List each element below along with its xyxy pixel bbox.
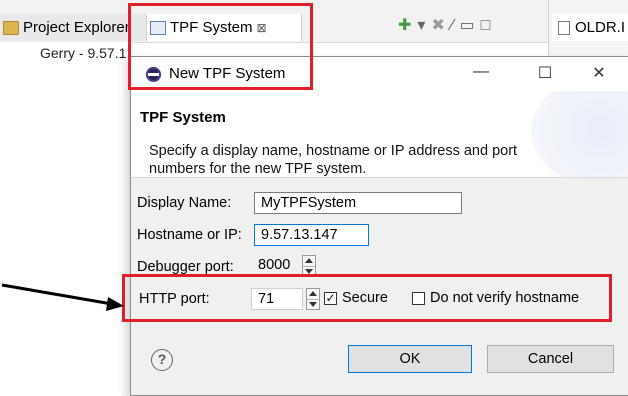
annotation-arrow: [1, 283, 124, 311]
arrow-head-icon: [106, 297, 124, 311]
arrow-line: [1, 283, 113, 306]
